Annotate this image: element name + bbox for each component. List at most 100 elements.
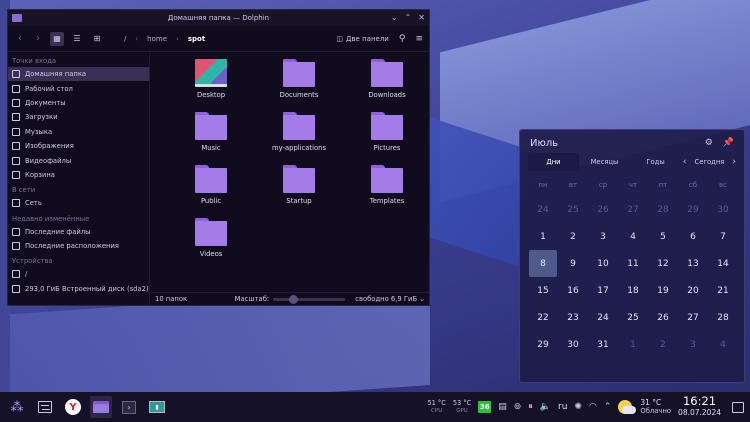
calendar-day[interactable]: 3 — [588, 223, 618, 250]
split-view-button[interactable]: ◫ Две панели — [336, 35, 389, 43]
sidebar-item[interactable]: Изображения — [8, 139, 149, 153]
folder-item[interactable]: Templates — [343, 165, 431, 214]
calendar-day[interactable]: 20 — [678, 277, 708, 304]
sidebar-item[interactable]: Корзина — [8, 168, 149, 182]
prev-month-button[interactable]: ‹ — [683, 157, 687, 167]
breadcrumb-root[interactable]: / — [124, 35, 126, 43]
sidebar-item[interactable]: Музыка — [8, 125, 149, 139]
calendar-day[interactable]: 9 — [558, 250, 588, 277]
tab-years[interactable]: Годы — [630, 153, 681, 171]
tab-days[interactable]: Дни — [528, 153, 579, 171]
calendar-day[interactable]: 27 — [678, 304, 708, 331]
folder-item[interactable]: my-applications — [255, 112, 343, 161]
calendar-day[interactable]: 12 — [648, 250, 678, 277]
folder-item[interactable]: Startup — [255, 165, 343, 214]
calendar-day[interactable]: 3 — [678, 331, 708, 358]
expand-tray-icon[interactable]: ⌃ — [604, 402, 612, 412]
calendar-day[interactable]: 18 — [618, 277, 648, 304]
cpu-temp-widget[interactable]: 51 °C CPU — [427, 399, 445, 415]
notifications-icon[interactable]: ⊚ — [514, 402, 522, 412]
breadcrumb-home[interactable]: home — [147, 35, 167, 43]
calendar-day[interactable]: 24 — [588, 304, 618, 331]
task-yandex-browser[interactable]: Y — [62, 396, 84, 418]
calendar-day[interactable]: 14 — [708, 250, 738, 277]
task-settings[interactable] — [34, 396, 56, 418]
calendar-day[interactable]: 29 — [528, 331, 558, 358]
file-view[interactable]: Desktop Documents Downloads Music my-applica… — [151, 53, 429, 294]
calendar-day[interactable]: 2 — [648, 331, 678, 358]
calendar-day[interactable]: 15 — [528, 277, 558, 304]
sidebar-item[interactable]: Сеть — [8, 196, 149, 210]
calendar-day[interactable]: 26 — [588, 196, 618, 223]
calendar-day[interactable]: 1 — [618, 331, 648, 358]
calendar-settings-icon[interactable]: ⚙ — [705, 138, 713, 148]
calendar-day[interactable]: 25 — [558, 196, 588, 223]
sidebar-item[interactable]: / — [8, 267, 149, 281]
calendar-day[interactable]: 11 — [618, 250, 648, 277]
calendar-day[interactable]: 10 — [588, 250, 618, 277]
show-desktop-button[interactable] — [732, 401, 744, 413]
folder-item[interactable]: Downloads — [343, 59, 431, 108]
keyboard-layout[interactable]: ru — [558, 402, 567, 412]
zoom-slider[interactable] — [273, 294, 346, 304]
network-wifi-icon[interactable]: ◠ — [589, 402, 597, 412]
clipboard-icon[interactable]: ▤ — [498, 402, 507, 412]
brightness-icon[interactable]: ✺ — [574, 402, 582, 412]
sidebar-item[interactable]: Рабочий стол — [8, 81, 149, 95]
maximize-button[interactable]: ⌃ — [405, 13, 412, 22]
window-titlebar[interactable]: Домашняя папка — Dolphin ⌄ ⌃ ✕ — [8, 10, 429, 26]
icons-view-button[interactable]: ▦ — [50, 31, 64, 46]
task-dolphin[interactable] — [90, 396, 112, 418]
app-launcher-button[interactable]: ⁂ — [6, 396, 28, 418]
task-system-monitor[interactable]: ▮ — [146, 396, 168, 418]
calendar-day[interactable]: 7 — [708, 223, 738, 250]
calendar-day[interactable]: 1 — [528, 223, 558, 250]
tray-badge[interactable]: 36 — [478, 401, 492, 413]
zoom-slider-handle[interactable] — [289, 294, 299, 304]
folder-item[interactable]: Public — [167, 165, 255, 214]
folder-item[interactable]: Videos — [167, 218, 255, 267]
calendar-day[interactable]: 4 — [618, 223, 648, 250]
next-month-button[interactable]: › — [732, 157, 736, 167]
free-space-button[interactable]: свободно 6,9 ГиБ ⌄ — [355, 295, 425, 303]
media-player-icon[interactable]: ⏸ — [528, 402, 533, 412]
pin-icon[interactable]: 📌 — [723, 138, 734, 148]
folder-item[interactable]: Pictures — [343, 112, 431, 161]
forward-button[interactable]: › — [32, 33, 44, 44]
sidebar-item[interactable]: Последние файлы — [8, 225, 149, 239]
sidebar-item[interactable]: 293,0 ГиБ Встроенный диск (sda2) — [8, 282, 149, 296]
folder-item[interactable]: Music — [167, 112, 255, 161]
minimize-button[interactable]: ⌄ — [391, 13, 398, 22]
calendar-day[interactable]: 4 — [708, 331, 738, 358]
search-icon[interactable]: ⚲ — [399, 34, 406, 44]
folder-item[interactable]: Documents — [255, 59, 343, 108]
calendar-day[interactable]: 5 — [648, 223, 678, 250]
sidebar-item[interactable]: Последние расположения — [8, 239, 149, 253]
calendar-day[interactable]: 19 — [648, 277, 678, 304]
sidebar-item[interactable]: Видеофайлы — [8, 153, 149, 167]
calendar-day[interactable]: 30 — [708, 196, 738, 223]
back-button[interactable]: ‹ — [14, 33, 26, 44]
gpu-temp-widget[interactable]: 53 °C GPU — [453, 399, 471, 415]
task-terminal[interactable]: › — [118, 396, 140, 418]
calendar-day[interactable]: 13 — [678, 250, 708, 277]
calendar-day[interactable]: 2 — [558, 223, 588, 250]
calendar-day[interactable]: 29 — [678, 196, 708, 223]
calendar-day[interactable]: 24 — [528, 196, 558, 223]
calendar-day[interactable]: 27 — [618, 196, 648, 223]
calendar-day[interactable]: 16 — [558, 277, 588, 304]
calendar-day[interactable]: 17 — [588, 277, 618, 304]
volume-icon[interactable]: 🔈 — [540, 402, 551, 412]
sidebar-item[interactable]: Загрузки — [8, 110, 149, 124]
calendar-day[interactable]: 25 — [618, 304, 648, 331]
calendar-day[interactable]: 28 — [648, 196, 678, 223]
compact-view-button[interactable]: ☰ — [70, 32, 84, 46]
weather-widget[interactable]: 31 °C Облачно — [618, 398, 671, 416]
today-button[interactable]: Сегодня — [695, 158, 725, 166]
close-button[interactable]: ✕ — [418, 13, 425, 22]
digital-clock[interactable]: 16:21 08.07.2024 — [678, 395, 721, 418]
calendar-day[interactable]: 28 — [708, 304, 738, 331]
calendar-day[interactable]: 6 — [678, 223, 708, 250]
folder-item[interactable]: Desktop — [167, 59, 255, 108]
details-view-button[interactable]: ⊞ — [90, 32, 104, 46]
